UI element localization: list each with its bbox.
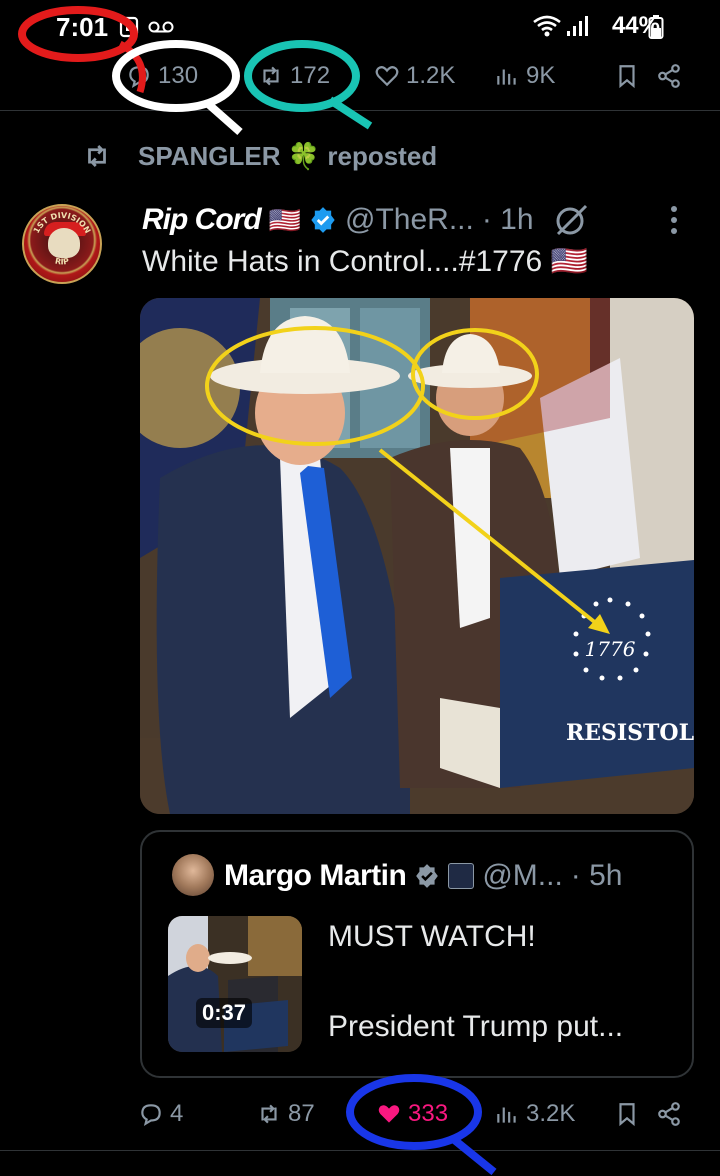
share-icon <box>658 64 680 88</box>
verified-icon <box>311 207 335 233</box>
repost-button[interactable]: 172 <box>258 54 330 98</box>
wifi-icon <box>533 15 561 37</box>
media-image: 1776 RESISTOL <box>140 298 694 814</box>
annotation-blue-tail <box>449 1134 497 1176</box>
post-time: · 1h <box>481 203 534 236</box>
quote-time: · 5h <box>570 859 623 892</box>
grok-icon[interactable] <box>550 202 592 238</box>
quote-text-line1: MUST WATCH! <box>328 920 536 953</box>
reply-button[interactable]: 4 <box>138 1092 183 1136</box>
svg-text:RIP: RIP <box>54 257 70 267</box>
status-bar: 7:01 44% <box>0 0 720 52</box>
post-header: Rip Cord 🇺🇸 @TheR... · 1h <box>142 200 592 240</box>
handle[interactable]: @TheR... <box>345 203 474 237</box>
bookmark-button[interactable] <box>614 1092 640 1136</box>
reply-button[interactable]: 130 <box>126 54 198 98</box>
box-brand: RESISTOL <box>566 720 694 746</box>
verified-icon <box>416 864 439 888</box>
avatar-top-text: 1ST DIVISION <box>32 211 93 235</box>
bookmark-button[interactable] <box>614 54 640 98</box>
post-media[interactable]: 1776 RESISTOL <box>140 298 694 814</box>
like-count: 1.2K <box>406 62 456 89</box>
status-time: 7:01 <box>56 12 109 42</box>
voicemail-icon <box>148 21 174 33</box>
like-button[interactable]: 333 <box>376 1092 448 1136</box>
like-button[interactable]: 1.2K <box>374 54 455 98</box>
repost-icon <box>261 1104 277 1124</box>
flag-emoji: 🇺🇸 <box>268 204 302 235</box>
quote-handle[interactable]: @M... <box>482 859 562 893</box>
video-duration: 0:37 <box>196 998 253 1028</box>
reposted-label: reposted <box>327 140 438 171</box>
views-count: 3.2K <box>526 1100 576 1127</box>
affiliate-badge-icon <box>448 863 475 889</box>
heart-icon <box>375 66 399 87</box>
views-button[interactable]: 3.2K <box>494 1092 575 1136</box>
bookmark-icon <box>619 65 635 89</box>
annotation-white-tail <box>203 99 243 135</box>
bookmark-icon <box>619 1103 635 1127</box>
repost-count: 87 <box>288 1100 315 1127</box>
reply-count: 4 <box>170 1100 184 1127</box>
more-options-icon[interactable] <box>664 204 684 236</box>
annotation-teal-tail <box>327 96 373 130</box>
repost-context[interactable]: SPANGLER 🍀 reposted <box>80 136 437 176</box>
repost-button[interactable]: 87 <box>256 1092 315 1136</box>
post-divider <box>0 1150 720 1151</box>
clover-emoji: 🍀 <box>287 140 321 171</box>
signal-icon <box>567 16 588 36</box>
views-count: 9K <box>526 62 556 89</box>
post-action-bar: 4 87 333 3.2K <box>0 1092 720 1136</box>
sim-icon <box>119 16 139 38</box>
quote-text-line2: President Trump put... <box>328 1010 624 1043</box>
display-name[interactable]: Rip Cord <box>142 203 262 237</box>
share-button[interactable] <box>656 54 682 98</box>
quote-avatar[interactable] <box>172 854 214 896</box>
avatar-bottom-text: RIP <box>54 257 70 267</box>
reply-count: 130 <box>158 62 199 89</box>
quote-header: Margo Martin @M... · 5h <box>224 854 623 898</box>
heart-filled-icon <box>378 1105 400 1123</box>
post-text: White Hats in Control....#1776 🇺🇸 <box>142 245 588 278</box>
views-icon <box>497 1107 516 1123</box>
share-icon <box>658 1102 680 1126</box>
reply-icon <box>129 66 149 89</box>
post-divider <box>0 110 720 111</box>
views-button[interactable]: 9K <box>494 54 555 98</box>
views-icon <box>497 69 516 85</box>
like-count: 333 <box>408 1100 449 1127</box>
repost-icon <box>263 66 279 86</box>
repost-icon <box>88 145 106 167</box>
reply-icon <box>141 1104 161 1127</box>
quote-display-name[interactable]: Margo Martin <box>224 859 407 893</box>
avatar-badge-text: 1ST DIVISION RIP <box>32 211 93 267</box>
box-year: 1776 <box>585 637 636 661</box>
quote-thumbnail-image <box>168 916 302 1052</box>
svg-text:1ST DIVISION: 1ST DIVISION <box>32 211 93 235</box>
quoted-post[interactable]: Margo Martin @M... · 5h 0:37 MUST WATCH!… <box>140 830 694 1078</box>
share-button[interactable] <box>656 1092 682 1136</box>
reposter-name: SPANGLER <box>138 140 281 171</box>
repost-count: 172 <box>290 62 331 89</box>
avatar[interactable]: 1ST DIVISION RIP <box>22 204 102 284</box>
quote-video-thumbnail[interactable]: 0:37 <box>168 916 302 1052</box>
battery-icon <box>648 15 664 39</box>
prev-post-action-bar: 130 172 1.2K 9K <box>0 54 720 98</box>
